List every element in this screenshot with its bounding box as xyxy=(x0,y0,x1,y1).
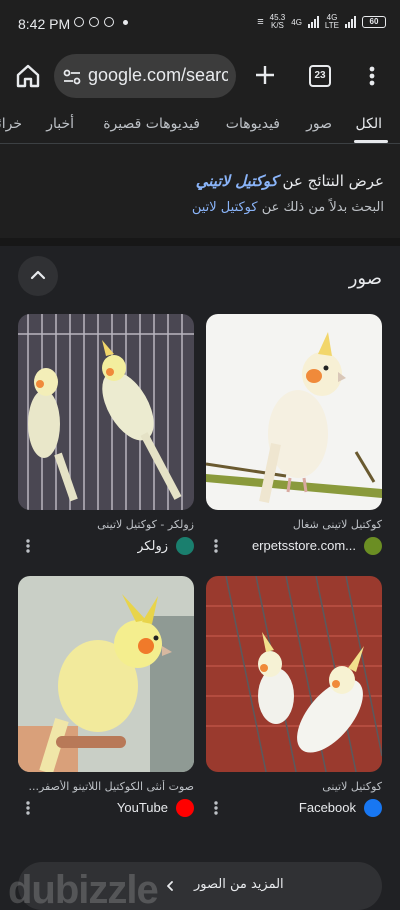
cockatiel-photo-2 xyxy=(18,314,194,510)
images-section: صور كوكتيل لاتينى شغال erpetsstore.com..… xyxy=(0,246,400,910)
image-caption[interactable]: صوت أنثى الكوكتيل اللاتينو الأصفر... xyxy=(18,780,195,793)
image-caption[interactable]: كوكتيل لاتينى xyxy=(206,780,382,793)
overflow-menu-button[interactable] xyxy=(366,64,378,88)
signal-icon xyxy=(307,16,319,28)
cockatiel-photo-4 xyxy=(18,576,194,772)
cockatiel-photo-3 xyxy=(206,576,382,772)
source-name[interactable]: erpetsstore.com... xyxy=(252,538,356,553)
collapse-button[interactable] xyxy=(18,256,58,296)
tab-maps[interactable]: خرائط xyxy=(0,116,22,132)
network-label-2-sub: LTE xyxy=(324,21,339,30)
home-icon xyxy=(16,64,40,88)
image-result[interactable]: زولكر - كوكتيل لاتينى زولكر xyxy=(18,314,194,558)
image-thumbnail[interactable] xyxy=(18,314,194,510)
facebook-icon xyxy=(364,799,382,817)
site-settings-icon[interactable] xyxy=(62,67,82,87)
tab-news[interactable]: أخبار xyxy=(46,116,74,132)
spelling-correction: عرض النتائج عن كوكتيل لاتيني البحث بدلاً… xyxy=(0,144,400,238)
snapchat-icon xyxy=(104,17,114,27)
network-speed: 45.3 K/S xyxy=(270,14,286,30)
address-bar[interactable]: google.com/search xyxy=(54,54,236,98)
tab-images[interactable]: صور xyxy=(306,116,332,132)
image-source[interactable]: YouTube xyxy=(18,798,194,818)
browser-toolbar: google.com/search 23 xyxy=(0,48,400,104)
sync-icon xyxy=(74,17,84,27)
tab-short-videos[interactable]: فيديوهات قصيرة xyxy=(103,116,200,132)
image-thumbnail[interactable] xyxy=(206,314,382,510)
youtube-icon xyxy=(176,799,194,817)
whatsapp-icon xyxy=(89,17,99,27)
notification-icons xyxy=(74,17,128,27)
vibrate-icon: ≡ xyxy=(257,16,264,28)
status-right: ≡ 45.3 K/S 4G 4G LTE 60 xyxy=(257,14,386,30)
image-source[interactable]: زولكر xyxy=(18,536,194,556)
home-button[interactable] xyxy=(14,62,42,90)
image-result[interactable]: صوت أنثى الكوكتيل اللاتينو الأصفر... You… xyxy=(18,576,194,820)
more-vert-icon[interactable] xyxy=(212,538,220,554)
images-section-title: صور xyxy=(348,268,382,289)
tab-all[interactable]: الكل xyxy=(356,116,383,132)
source-name[interactable]: زولكر xyxy=(137,538,168,554)
showing-results-line: عرض النتائج عن كوكتيل لاتيني xyxy=(196,172,384,190)
image-thumbnail[interactable] xyxy=(206,576,382,772)
net-speed-unit: K/S xyxy=(271,21,284,30)
more-notifications-icon xyxy=(123,19,128,25)
more-vert-icon[interactable] xyxy=(24,538,32,554)
image-source[interactable]: Facebook xyxy=(206,798,382,818)
status-bar: 8:42 PM ≡ 45.3 K/S 4G 4G LTE 60 xyxy=(0,0,400,48)
search-instead-prefix: البحث بدلاً من ذلك عن xyxy=(261,200,384,215)
source-name[interactable]: YouTube xyxy=(117,800,168,815)
dubizzle-watermark: dubizzle xyxy=(8,868,159,910)
search-type-tabs: الكل صور فيديوهات فيديوهات قصيرة أخبار خ… xyxy=(0,104,400,144)
showing-results-prefix: عرض النتائج عن xyxy=(282,172,384,190)
leaf-icon xyxy=(364,537,382,555)
image-result[interactable]: كوكتيل لاتينى شغال erpetsstore.com... xyxy=(206,314,382,558)
network-label-2-group: 4G LTE xyxy=(325,14,339,30)
search-instead-line: البحث بدلاً من ذلك عن كوكتيل لاتين xyxy=(192,200,384,215)
image-caption[interactable]: زولكر - كوكتيل لاتينى xyxy=(18,518,194,531)
more-vert-icon[interactable] xyxy=(24,800,32,816)
status-time: 8:42 PM xyxy=(18,16,71,32)
chevron-left-icon xyxy=(167,881,173,891)
tab-switcher-button[interactable]: 23 xyxy=(309,65,331,87)
more-vert-icon xyxy=(369,66,375,86)
tab-videos[interactable]: فيديوهات xyxy=(226,116,280,132)
image-source[interactable]: erpetsstore.com... xyxy=(206,536,382,556)
signal-icon-2 xyxy=(345,16,356,28)
battery-icon: 60 xyxy=(362,16,386,28)
image-caption[interactable]: كوكتيل لاتينى شغال xyxy=(206,518,382,531)
section-divider xyxy=(0,238,400,246)
active-tab-indicator xyxy=(354,140,388,143)
image-result[interactable]: كوكتيل لاتينى Facebook xyxy=(206,576,382,820)
cockatiel-photo-1 xyxy=(206,314,382,510)
more-images-label: المزيد من الصور xyxy=(194,877,284,892)
original-query-link[interactable]: كوكتيل لاتين xyxy=(192,200,258,215)
new-tab-button[interactable] xyxy=(253,63,277,87)
chevron-up-icon xyxy=(30,270,46,280)
network-label-1: 4G xyxy=(291,17,302,27)
corrected-query-link[interactable]: كوكتيل لاتيني xyxy=(196,172,278,190)
url-text[interactable]: google.com/search xyxy=(88,65,228,86)
plus-icon xyxy=(256,66,274,84)
paw-icon xyxy=(176,537,194,555)
image-thumbnail[interactable] xyxy=(18,576,194,772)
more-vert-icon[interactable] xyxy=(212,800,220,816)
source-name[interactable]: Facebook xyxy=(299,800,356,815)
